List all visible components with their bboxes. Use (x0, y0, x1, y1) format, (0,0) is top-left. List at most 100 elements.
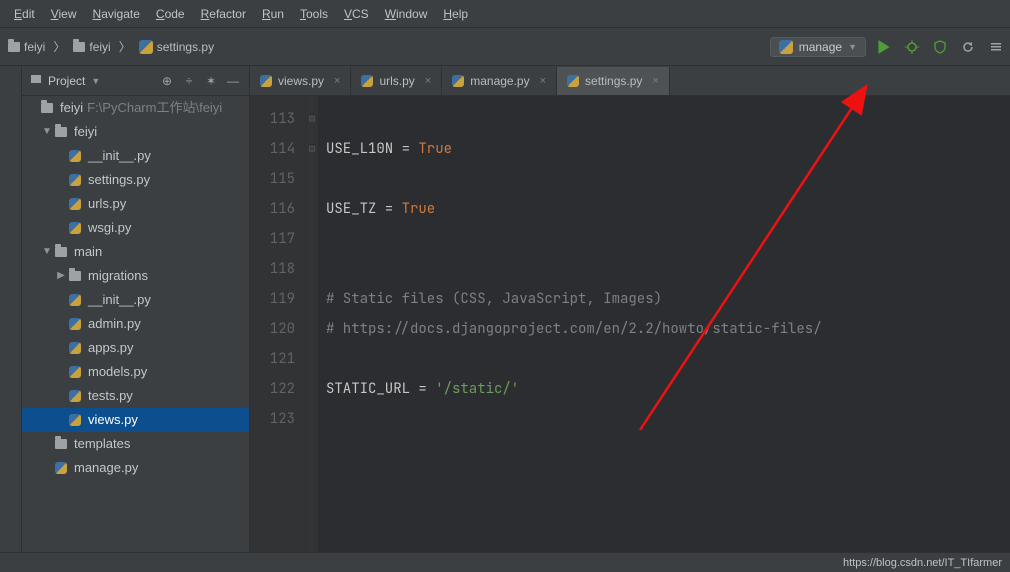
code-line[interactable]: # Static files (CSS, JavaScript, Images) (326, 284, 1010, 314)
breadcrumb-item[interactable]: feiyi (69, 38, 114, 56)
run-config-selector[interactable]: manage ▼ (770, 37, 866, 57)
code-content[interactable]: USE_L10N = True USE_TZ = True # Static f… (318, 96, 1010, 552)
project-icon (30, 73, 42, 88)
python-icon (260, 75, 272, 87)
collapse-icon[interactable]: ÷ (181, 73, 197, 89)
close-icon[interactable]: × (425, 75, 431, 87)
menu-tools[interactable]: Tools (292, 7, 336, 21)
token-ident: USE_L10N (326, 140, 393, 158)
code-line[interactable]: # https://docs.djangoproject.com/en/2.2/… (326, 314, 1010, 344)
more-toolbar-icon[interactable] (986, 37, 1006, 57)
editor-tab-views-py[interactable]: views.py× (250, 67, 351, 95)
fold-gutter[interactable]: ⊟⊡ (306, 96, 318, 552)
menu-vcs[interactable]: VCS (336, 7, 377, 21)
line-number: 114 (250, 134, 295, 164)
watermark-text: https://blog.csdn.net/IT_TIfarmer (843, 557, 1002, 569)
tree-node-templates[interactable]: templates (22, 432, 249, 456)
project-tree[interactable]: feiyi F:\PyCharm工作站\feiyi▼feiyi__init__.… (22, 96, 249, 552)
status-bar: https://blog.csdn.net/IT_TIfarmer (0, 552, 1010, 572)
tree-node-manage-py[interactable]: manage.py (22, 456, 249, 480)
code-line[interactable] (326, 104, 1010, 134)
tree-node-wsgi-py[interactable]: wsgi.py (22, 216, 249, 240)
locate-icon[interactable]: ⊕ (159, 73, 175, 89)
tree-node-migrations[interactable]: ▶migrations (22, 264, 249, 288)
menu-window[interactable]: Window (377, 7, 436, 21)
folder-icon (8, 42, 20, 52)
chevron-down-icon[interactable]: ▼ (91, 76, 100, 86)
editor-tab-manage-py[interactable]: manage.py× (442, 67, 557, 95)
fold-marker[interactable]: ⊡ (306, 134, 318, 164)
token-kw: True (418, 140, 452, 158)
token-str: '/static/' (435, 380, 519, 398)
tree-node-label: views.py (88, 409, 138, 431)
menu-navigate[interactable]: Navigate (85, 7, 148, 21)
coverage-icon[interactable] (930, 37, 950, 57)
tree-node-models-py[interactable]: models.py (22, 360, 249, 384)
line-number: 118 (250, 254, 295, 284)
tab-label: settings.py (585, 74, 642, 88)
menu-run[interactable]: Run (254, 7, 292, 21)
breadcrumb-separator: 〉 (53, 38, 65, 55)
code-editor[interactable]: 113114115116117118119120121122123 ⊟⊡ USE… (250, 96, 1010, 552)
menu-view[interactable]: View (43, 7, 85, 21)
tree-node-views-py[interactable]: views.py (22, 408, 249, 432)
tree-node-feiyi[interactable]: feiyi F:\PyCharm工作站\feiyi (22, 96, 249, 120)
folder-icon (54, 245, 68, 259)
code-line[interactable] (326, 404, 1010, 434)
folder-icon (54, 437, 68, 451)
python-icon (567, 75, 579, 87)
gear-icon[interactable]: ✶ (203, 73, 219, 89)
breadcrumb-item[interactable]: feiyi (4, 38, 49, 56)
tree-node-urls-py[interactable]: urls.py (22, 192, 249, 216)
chevron-down-icon[interactable]: ▼ (42, 241, 52, 263)
project-panel-title: Project (48, 74, 85, 88)
tree-node-label: models.py (88, 361, 147, 383)
close-icon[interactable]: × (540, 75, 546, 87)
breadcrumb-label: settings.py (157, 40, 214, 54)
menu-code[interactable]: Code (148, 7, 193, 21)
debug-icon[interactable] (902, 37, 922, 57)
tree-node-path: F:\PyCharm工作站\feiyi (87, 97, 222, 119)
rerun-icon[interactable] (958, 37, 978, 57)
tree-node-main[interactable]: ▼ main (22, 240, 249, 264)
menu-refactor[interactable]: Refactor (193, 7, 254, 21)
python-icon (68, 341, 82, 355)
chevron-right-icon[interactable]: ▶ (56, 265, 66, 287)
folder-icon (54, 125, 68, 139)
code-line[interactable] (326, 254, 1010, 284)
line-number: 120 (250, 314, 295, 344)
code-line[interactable] (326, 164, 1010, 194)
breadcrumb-item[interactable]: settings.py (135, 38, 218, 56)
line-number: 116 (250, 194, 295, 224)
fold-marker[interactable]: ⊟ (306, 104, 318, 134)
navigation-bar: feiyi〉feiyi〉settings.py manage ▼ (0, 28, 1010, 66)
token-kw: True (402, 200, 436, 218)
tree-node-feiyi[interactable]: ▼ feiyi (22, 120, 249, 144)
code-line[interactable] (326, 344, 1010, 374)
chevron-down-icon[interactable]: ▼ (42, 121, 52, 143)
line-number: 123 (250, 404, 295, 434)
code-line[interactable] (326, 224, 1010, 254)
close-icon[interactable]: × (652, 75, 658, 87)
line-number: 121 (250, 344, 295, 374)
tree-node-__init__-py[interactable]: __init__.py (22, 144, 249, 168)
editor-tab-settings-py[interactable]: settings.py × (557, 67, 670, 95)
tree-node-label: wsgi.py (88, 217, 131, 239)
tree-node-apps-py[interactable]: apps.py (22, 336, 249, 360)
run-play-icon[interactable] (874, 37, 894, 57)
close-icon[interactable]: × (334, 75, 340, 87)
editor-tab-urls-py[interactable]: urls.py× (351, 67, 442, 95)
menu-edit[interactable]: Edit (6, 7, 43, 21)
tree-node-admin-py[interactable]: admin.py (22, 312, 249, 336)
project-panel-header: Project ▼ ⊕ ÷ ✶ — (22, 66, 249, 96)
tree-node-settings-py[interactable]: settings.py (22, 168, 249, 192)
code-line[interactable]: STATIC_URL = '/static/' (326, 374, 1010, 404)
hide-icon[interactable]: — (225, 73, 241, 89)
code-line[interactable]: USE_TZ = True (326, 194, 1010, 224)
tree-node-label: main (74, 241, 102, 263)
tree-node-label: feiyi (74, 121, 97, 143)
menu-help[interactable]: Help (435, 7, 476, 21)
code-line[interactable]: USE_L10N = True (326, 134, 1010, 164)
tree-node-__init__-py[interactable]: __init__.py (22, 288, 249, 312)
tree-node-tests-py[interactable]: tests.py (22, 384, 249, 408)
